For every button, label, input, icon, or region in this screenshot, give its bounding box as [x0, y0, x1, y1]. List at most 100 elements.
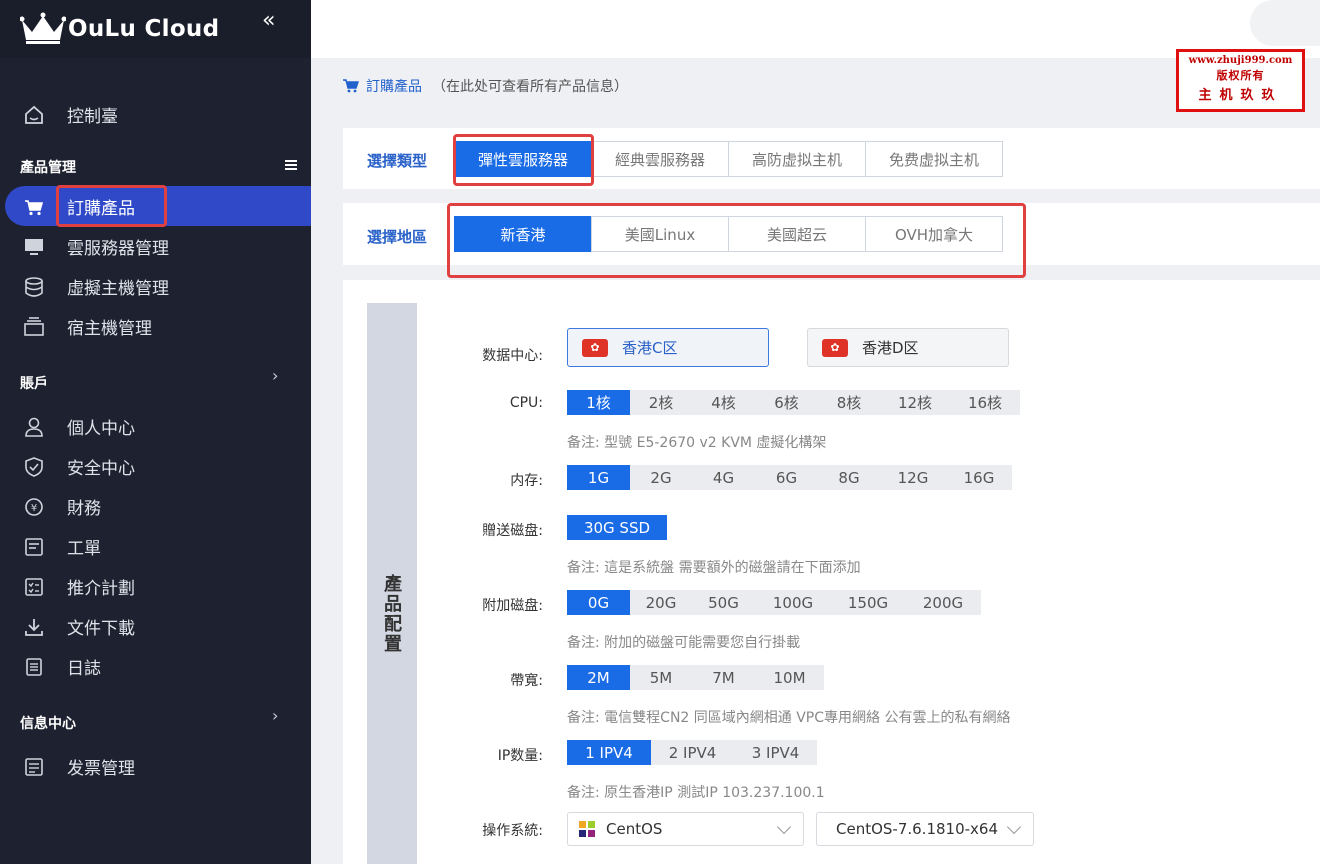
user-icon	[25, 417, 43, 437]
ip-option[interactable]: 1 IPV4	[567, 740, 651, 765]
bandwidth-options: 2M 5M 7M 10M	[567, 665, 824, 690]
chevron-right-icon[interactable]: ›	[272, 366, 278, 385]
centos-logo-icon	[579, 821, 595, 837]
sidebar-item-tickets[interactable]: 工單	[0, 526, 311, 566]
datacenter-option-hk-d[interactable]: ✿ 香港D区	[807, 328, 1009, 367]
bandwidth-option[interactable]: 7M	[692, 665, 755, 690]
shield-icon	[25, 457, 43, 477]
tab-free-virtual-host[interactable]: 免费虚拟主机	[865, 141, 1003, 177]
hongkong-flag-icon: ✿	[582, 338, 608, 357]
sidebar-item-cloud-servers[interactable]: 雲服務器管理	[0, 226, 311, 266]
type-select-panel: 選擇類型 彈性雲服務器 經典雲服務器 高防虚拟主机 免费虚拟主机	[343, 128, 1320, 189]
watermark-brand: 主机玖玖	[1198, 88, 1283, 103]
cpu-option[interactable]: 4核	[692, 390, 755, 415]
download-icon	[25, 619, 43, 636]
memory-option[interactable]: 1G	[567, 465, 630, 490]
region-tabs: 新香港 美國Linux 美國超云 OVH加拿大	[454, 216, 1003, 252]
sidebar-item-label: 虛擬主機管理	[67, 278, 169, 299]
menu-toggle-icon[interactable]	[285, 160, 297, 172]
home-icon	[25, 105, 43, 124]
memory-option[interactable]: 12G	[880, 465, 946, 490]
section-account-heading: 賬戶	[20, 376, 48, 392]
sidebar-item-downloads[interactable]: 文件下載	[0, 606, 311, 646]
cpu-option[interactable]: 8核	[818, 390, 880, 415]
extra-disk-options: 0G 20G 50G 100G 150G 200G	[567, 590, 981, 615]
sidebar-item-virtual-hosts[interactable]: 虛擬主機管理	[0, 266, 311, 306]
os-family-select[interactable]: CentOS	[567, 812, 804, 846]
type-select-label: 選擇類型	[367, 152, 428, 170]
cpu-option[interactable]: 1核	[567, 390, 630, 415]
ticket-icon	[25, 538, 43, 556]
cpu-option[interactable]: 12核	[880, 390, 950, 415]
memory-option[interactable]: 16G	[946, 465, 1012, 490]
tab-region-us-linux[interactable]: 美國Linux	[591, 216, 729, 252]
sidebar-item-dashboard[interactable]: 控制臺	[0, 94, 311, 134]
tab-region-us-chaoyun[interactable]: 美國超云	[728, 216, 866, 252]
datacenter-option-hk-c[interactable]: ✿ 香港C区	[567, 328, 769, 367]
cart-icon	[343, 79, 359, 93]
bandwidth-note: 备注: 電信雙程CN2 同區域內網相通 VPC專用網絡 公有雲上的私有網絡	[567, 710, 1011, 726]
tab-classic-cloud-server[interactable]: 經典雲服務器	[591, 141, 729, 177]
collapse-sidebar-icon[interactable]: «	[262, 8, 275, 33]
extra-disk-option[interactable]: 100G	[755, 590, 831, 615]
tab-region-new-hongkong[interactable]: 新香港	[454, 216, 592, 252]
extra-disk-option[interactable]: 150G	[831, 590, 905, 615]
datacenter-option-label: 香港D区	[862, 339, 919, 357]
bandwidth-option[interactable]: 5M	[630, 665, 692, 690]
memory-option[interactable]: 4G	[692, 465, 755, 490]
crown-logo-icon	[20, 12, 66, 44]
bandwidth-option[interactable]: 2M	[567, 665, 630, 690]
chevron-down-icon	[776, 819, 792, 835]
log-icon	[26, 658, 42, 676]
sidebar-item-label: 雲服務器管理	[67, 238, 169, 259]
sidebar-item-security-center[interactable]: 安全中心	[0, 446, 311, 486]
extra-disk-option[interactable]: 200G	[905, 590, 981, 615]
free-disk-option[interactable]: 30G SSD	[567, 515, 667, 540]
cpu-option[interactable]: 16核	[950, 390, 1020, 415]
extra-disk-option[interactable]: 20G	[630, 590, 692, 615]
tab-ddos-virtual-host[interactable]: 高防虚拟主机	[728, 141, 866, 177]
cpu-label: CPU:	[509, 395, 543, 411]
sidebar-item-finance[interactable]: ¥ 財務	[0, 486, 311, 526]
memory-label: 内存:	[510, 473, 543, 489]
ip-option[interactable]: 3 IPV4	[734, 740, 817, 765]
extra-disk-label: 附加磁盘:	[482, 598, 543, 614]
cpu-option[interactable]: 6核	[755, 390, 818, 415]
memory-option[interactable]: 8G	[818, 465, 880, 490]
sidebar-item-label: 工單	[67, 538, 101, 559]
sidebar-item-label: 安全中心	[67, 458, 135, 479]
extra-disk-option[interactable]: 0G	[567, 590, 630, 615]
sidebar-item-label: 推介計劃	[67, 578, 135, 599]
sidebar-item-host-machines[interactable]: 宿主機管理	[0, 306, 311, 346]
memory-option[interactable]: 2G	[630, 465, 692, 490]
extra-disk-note: 备注: 附加的磁盤可能需要您自行掛載	[567, 635, 801, 651]
user-menu-pill[interactable]	[1250, 0, 1320, 46]
sidebar-item-personal-center[interactable]: 個人中心	[0, 406, 311, 446]
page-title[interactable]: 訂購產品	[366, 76, 422, 96]
memory-option[interactable]: 6G	[755, 465, 818, 490]
extra-disk-option[interactable]: 50G	[692, 590, 755, 615]
top-header	[311, 0, 1320, 58]
tab-elastic-cloud-server[interactable]: 彈性雲服務器	[454, 141, 592, 177]
sidebar-item-order-products[interactable]: 訂購產品	[5, 186, 311, 226]
ip-options: 1 IPV4 2 IPV4 3 IPV4	[567, 740, 817, 765]
ip-option[interactable]: 2 IPV4	[651, 740, 734, 765]
sidebar-item-invoices[interactable]: 发票管理	[0, 746, 311, 786]
hongkong-flag-icon: ✿	[822, 338, 848, 357]
sidebar-item-logs[interactable]: 日誌	[0, 646, 311, 686]
ip-label: IP数量:	[497, 748, 543, 764]
breadcrumb: 訂購產品 （在此处可查看所有产品信息）	[343, 76, 628, 96]
tab-region-ovh-canada[interactable]: OVH加拿大	[865, 216, 1003, 252]
sidebar-item-label: 個人中心	[67, 418, 135, 439]
section-info-heading: 信息中心	[20, 716, 76, 732]
logo-bar: OuLu Cloud «	[0, 0, 311, 58]
bandwidth-option[interactable]: 10M	[755, 665, 824, 690]
free-disk-options: 30G SSD	[567, 515, 667, 540]
os-version-select[interactable]: CentOS-7.6.1810-x64	[816, 812, 1034, 846]
os-family-value: CentOS	[606, 820, 663, 838]
chevron-right-icon[interactable]: ›	[272, 706, 278, 725]
cpu-option[interactable]: 2核	[630, 390, 692, 415]
database-icon	[25, 277, 43, 297]
sidebar-item-referral[interactable]: 推介計劃	[0, 566, 311, 606]
section-products-heading: 產品管理	[20, 160, 76, 176]
